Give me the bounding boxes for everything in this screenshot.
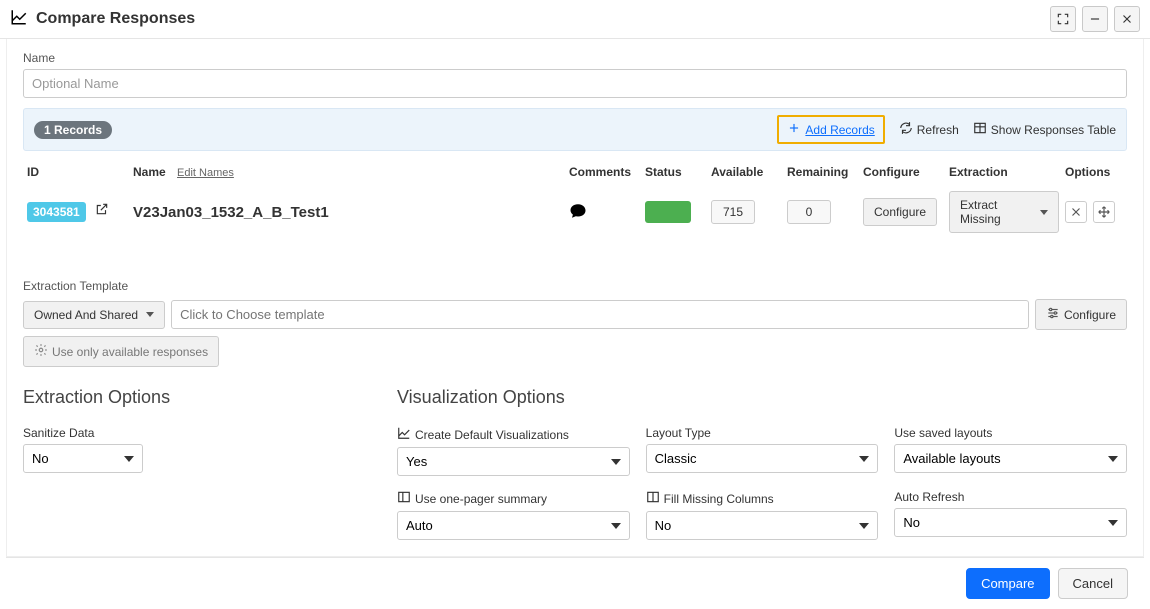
chart-icon [10, 8, 28, 31]
auto-refresh-select[interactable]: No [894, 508, 1127, 537]
layout-icon [397, 490, 411, 507]
comments-icon[interactable] [569, 202, 639, 223]
refresh-icon [899, 121, 913, 138]
saved-layouts-label: Use saved layouts [894, 426, 992, 440]
configure-row-button[interactable]: Configure [863, 198, 937, 226]
layout-type-select[interactable]: Classic [646, 444, 879, 473]
status-indicator [645, 201, 691, 223]
refresh-label: Refresh [917, 123, 959, 137]
create-default-label: Create Default Visualizations [415, 428, 569, 442]
remaining-count[interactable]: 0 [787, 200, 831, 224]
fill-missing-select[interactable]: No [646, 511, 879, 540]
sanitize-label: Sanitize Data [23, 426, 143, 440]
col-name: Name [133, 165, 166, 179]
titlebar: Compare Responses [0, 0, 1150, 39]
move-row-handle[interactable] [1093, 201, 1115, 223]
one-pager-select[interactable]: Auto [397, 511, 630, 540]
extraction-options-title: Extraction Options [23, 387, 373, 408]
records-count-badge: 1 Records [34, 121, 112, 139]
col-extraction: Extraction [949, 165, 1059, 179]
columns-icon [646, 490, 660, 507]
records-table-header: ID Name Edit Names Comments Status Avail… [23, 165, 1127, 185]
col-comments: Comments [569, 165, 639, 179]
create-default-select[interactable]: Yes [397, 447, 630, 476]
name-input[interactable] [23, 69, 1127, 98]
viz-options-title: Visualization Options [397, 387, 1127, 408]
gear-icon [34, 343, 48, 360]
template-configure-button[interactable]: Configure [1035, 299, 1127, 330]
extract-missing-button[interactable]: Extract Missing [949, 191, 1059, 233]
fullscreen-button[interactable] [1050, 6, 1076, 32]
col-status: Status [645, 165, 705, 179]
col-configure: Configure [863, 165, 943, 179]
record-name: V23Jan03_1532_A_B_Test1 [133, 204, 563, 221]
use-only-available-label: Use only available responses [52, 345, 208, 359]
add-records-button[interactable]: Add Records [777, 115, 884, 144]
table-row: 3043581 V23Jan03_1532_A_B_Test1 715 0 Co… [23, 185, 1127, 239]
layout-type-label: Layout Type [646, 426, 711, 440]
ownership-select[interactable]: Owned And Shared [23, 301, 165, 329]
show-responses-table-button[interactable]: Show Responses Table [973, 121, 1116, 138]
extraction-template-label: Extraction Template [23, 279, 1127, 293]
one-pager-label: Use one-pager summary [415, 492, 547, 506]
col-options: Options [1065, 165, 1125, 179]
template-configure-label: Configure [1064, 308, 1116, 322]
records-bar: 1 Records Add Records Refresh [23, 108, 1127, 151]
chart-line-icon [397, 426, 411, 443]
plus-icon [787, 121, 801, 138]
refresh-button[interactable]: Refresh [899, 121, 959, 138]
cancel-button[interactable]: Cancel [1058, 568, 1128, 599]
sliders-icon [1046, 306, 1060, 323]
add-records-label: Add Records [805, 123, 874, 137]
auto-refresh-label: Auto Refresh [894, 490, 964, 504]
saved-layouts-select[interactable]: Available layouts [894, 444, 1127, 473]
record-id-chip[interactable]: 3043581 [27, 202, 86, 222]
col-id: ID [27, 165, 127, 179]
minimize-button[interactable] [1082, 6, 1108, 32]
close-button[interactable] [1114, 6, 1140, 32]
use-only-available-button[interactable]: Use only available responses [23, 336, 219, 367]
sanitize-select[interactable]: No [23, 444, 143, 473]
extract-missing-label: Extract Missing [960, 198, 1032, 226]
page-title: Compare Responses [36, 10, 195, 28]
ownership-label: Owned And Shared [34, 308, 138, 322]
name-label: Name [23, 51, 1127, 65]
external-link-icon[interactable] [95, 202, 109, 216]
col-remaining: Remaining [787, 165, 857, 179]
show-responses-label: Show Responses Table [991, 123, 1116, 137]
available-count[interactable]: 715 [711, 200, 755, 224]
col-available: Available [711, 165, 781, 179]
compare-button[interactable]: Compare [966, 568, 1049, 599]
remove-row-button[interactable] [1065, 201, 1087, 223]
footer: Compare Cancel [6, 557, 1144, 609]
edit-names-link[interactable]: Edit Names [177, 167, 234, 179]
template-input[interactable] [171, 300, 1029, 329]
table-icon [973, 121, 987, 138]
fill-missing-label: Fill Missing Columns [664, 492, 774, 506]
